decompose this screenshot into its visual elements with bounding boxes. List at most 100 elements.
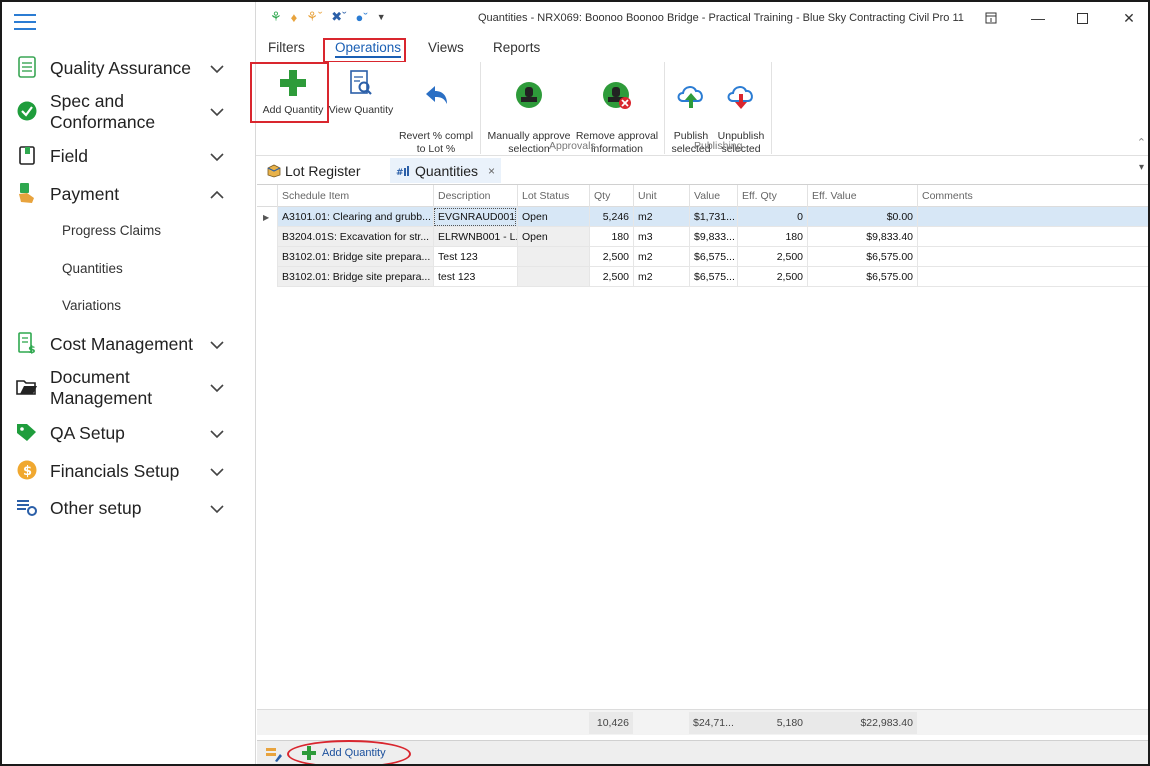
sidebar-item-payment[interactable]: Payment <box>2 182 256 206</box>
chevron-down-icon[interactable] <box>208 60 226 78</box>
sidebar-item-qa-setup[interactable]: QA Setup <box>2 421 256 445</box>
cell-eff-qty[interactable]: 0 <box>737 207 807 227</box>
sidebar-item-spec-conformance[interactable]: Spec and Conformance <box>2 90 256 134</box>
cell-eff-qty[interactable]: 2,500 <box>737 247 807 267</box>
cell-unit[interactable]: m2 <box>633 207 689 227</box>
tab-list-dropdown-icon[interactable]: ▾ <box>1139 162 1144 173</box>
cell-comments[interactable] <box>917 247 1148 267</box>
chevron-down-icon[interactable] <box>208 463 226 481</box>
col-eff-value-header[interactable]: Eff. Value <box>807 185 917 207</box>
tab-filters[interactable]: Filters <box>268 40 305 55</box>
close-tab-icon[interactable]: × <box>488 164 495 178</box>
cell-value[interactable]: $1,731... <box>689 207 737 227</box>
cell-value[interactable]: $9,833... <box>689 227 737 247</box>
sidebar-subitem-quantities[interactable]: Quantities <box>62 261 123 276</box>
col-qty-header[interactable]: Qty <box>589 185 633 207</box>
checklist-icon <box>16 56 38 78</box>
col-value-header[interactable]: Value <box>689 185 737 207</box>
cell-qty[interactable]: 180 <box>589 227 633 247</box>
cell-eff-value[interactable]: $6,575.00 <box>807 267 917 287</box>
table-row[interactable]: B3102.01: Bridge site prepara... Test 123… <box>257 247 1148 267</box>
cell-description[interactable]: EVGNRAUD001 ... <box>433 207 517 227</box>
cell-eff-qty[interactable]: 180 <box>737 227 807 247</box>
user-dropdown-icon[interactable]: ⚘ˇ <box>306 9 322 25</box>
money-stack-icon[interactable]: ♦ <box>291 10 298 25</box>
revert-percent-button[interactable]: Revert % compl to Lot % <box>396 66 476 169</box>
chevron-down-icon[interactable] <box>208 379 226 397</box>
sidebar-item-field[interactable]: Field <box>2 144 256 168</box>
cell-qty[interactable]: 2,500 <box>589 247 633 267</box>
cell-lot-status[interactable]: Open <box>517 227 589 247</box>
cell-comments[interactable] <box>917 267 1148 287</box>
cloud-upload-icon <box>668 79 714 113</box>
tools-icon[interactable]: ✖ˇ <box>331 9 346 25</box>
customize-dropdown-icon[interactable]: ▼ <box>377 12 386 22</box>
tab-reports[interactable]: Reports <box>493 40 540 55</box>
chevron-down-icon[interactable] <box>208 103 226 121</box>
unpublish-selected-button[interactable]: Unpublish selected <box>716 66 766 169</box>
maximize-button[interactable] <box>1069 8 1095 28</box>
chevron-down-icon[interactable] <box>208 425 226 443</box>
hamburger-menu-icon[interactable] <box>14 14 36 30</box>
manually-approve-button[interactable]: Manually approve selection <box>486 66 572 169</box>
tab-lot-register[interactable]: Lot Register <box>260 158 366 183</box>
cell-value[interactable]: $6,575... <box>689 267 737 287</box>
table-row[interactable]: B3204.01S: Excavation for str... ELRWNB00… <box>257 227 1148 247</box>
cell-description[interactable]: ELRWNB001 - L... <box>433 227 517 247</box>
sidebar-item-document-management[interactable]: Document Management <box>2 366 256 410</box>
edit-layout-icon[interactable] <box>265 745 283 764</box>
table-row[interactable]: B3102.01: Bridge site prepara... test 123… <box>257 267 1148 287</box>
tab-quantities[interactable]: # Quantities × <box>390 158 502 183</box>
cell-comments[interactable] <box>917 227 1148 247</box>
person-icon[interactable]: ●ˇ <box>356 10 368 25</box>
cell-eff-qty[interactable]: 2,500 <box>737 267 807 287</box>
cell-lot-status[interactable] <box>517 267 589 287</box>
col-unit-header[interactable]: Unit <box>633 185 689 207</box>
sidebar-subitem-variations[interactable]: Variations <box>62 298 121 313</box>
cell-schedule-item[interactable]: B3102.01: Bridge site prepara... <box>277 267 433 287</box>
cell-unit[interactable]: m3 <box>633 227 689 247</box>
view-quantity-button[interactable]: View Quantity <box>328 66 394 117</box>
cell-lot-status[interactable]: Open <box>517 207 589 227</box>
chevron-down-icon[interactable] <box>208 336 226 354</box>
sidebar-item-cost-management[interactable]: $ Cost Management <box>2 332 256 356</box>
cell-unit[interactable]: m2 <box>633 267 689 287</box>
user-lot-icon[interactable]: ⚘ <box>270 9 282 25</box>
tab-views[interactable]: Views <box>428 40 464 55</box>
sidebar-item-quality-assurance[interactable]: Quality Assurance <box>2 56 256 80</box>
chevron-down-icon[interactable] <box>208 500 226 518</box>
table-row[interactable]: ▶ A3101.01: Clearing and grubb... EVGNRAUD… <box>257 207 1148 227</box>
collapse-ribbon-icon[interactable]: ⌃ <box>1137 136 1146 149</box>
cell-schedule-item[interactable]: B3204.01S: Excavation for str... <box>277 227 433 247</box>
chevron-up-icon[interactable] <box>208 186 226 204</box>
col-eff-qty-header[interactable]: Eff. Qty <box>737 185 807 207</box>
cell-qty[interactable]: 5,246 <box>589 207 633 227</box>
cell-qty[interactable]: 2,500 <box>589 267 633 287</box>
remove-approval-button[interactable]: Remove approval information <box>574 66 660 169</box>
ribbon-display-icon[interactable] <box>978 8 1004 28</box>
chevron-down-icon[interactable] <box>208 148 226 166</box>
cell-eff-value[interactable]: $6,575.00 <box>807 247 917 267</box>
app-window: Quality Assurance Spec and Conformance F… <box>0 0 1150 766</box>
cell-unit[interactable]: m2 <box>633 247 689 267</box>
sidebar-item-financials-setup[interactable]: $ Financials Setup <box>2 459 256 483</box>
cell-description[interactable]: Test 123 <box>433 247 517 267</box>
col-description-header[interactable]: Description <box>433 185 517 207</box>
col-comments-header[interactable]: Comments <box>917 185 1148 207</box>
cell-lot-status[interactable] <box>517 247 589 267</box>
highlight-box-operations <box>323 38 406 63</box>
cell-schedule-item[interactable]: A3101.01: Clearing and grubb... <box>277 207 433 227</box>
sidebar-item-other-setup[interactable]: Other setup <box>2 496 256 520</box>
sidebar-subitem-progress-claims[interactable]: Progress Claims <box>62 223 161 238</box>
close-button[interactable]: ✕ <box>1116 8 1142 28</box>
minimize-button[interactable]: — <box>1025 8 1051 28</box>
cell-comments[interactable] <box>917 207 1148 227</box>
col-lot-status-header[interactable]: Lot Status <box>517 185 589 207</box>
cell-schedule-item[interactable]: B3102.01: Bridge site prepara... <box>277 247 433 267</box>
cell-value[interactable]: $6,575... <box>689 247 737 267</box>
publish-selected-button[interactable]: Publish selected <box>668 66 714 169</box>
cell-eff-value[interactable]: $9,833.40 <box>807 227 917 247</box>
cell-description[interactable]: test 123 <box>433 267 517 287</box>
cell-eff-value[interactable]: $0.00 <box>807 207 917 227</box>
col-schedule-item-header[interactable]: Schedule Item <box>277 185 433 207</box>
